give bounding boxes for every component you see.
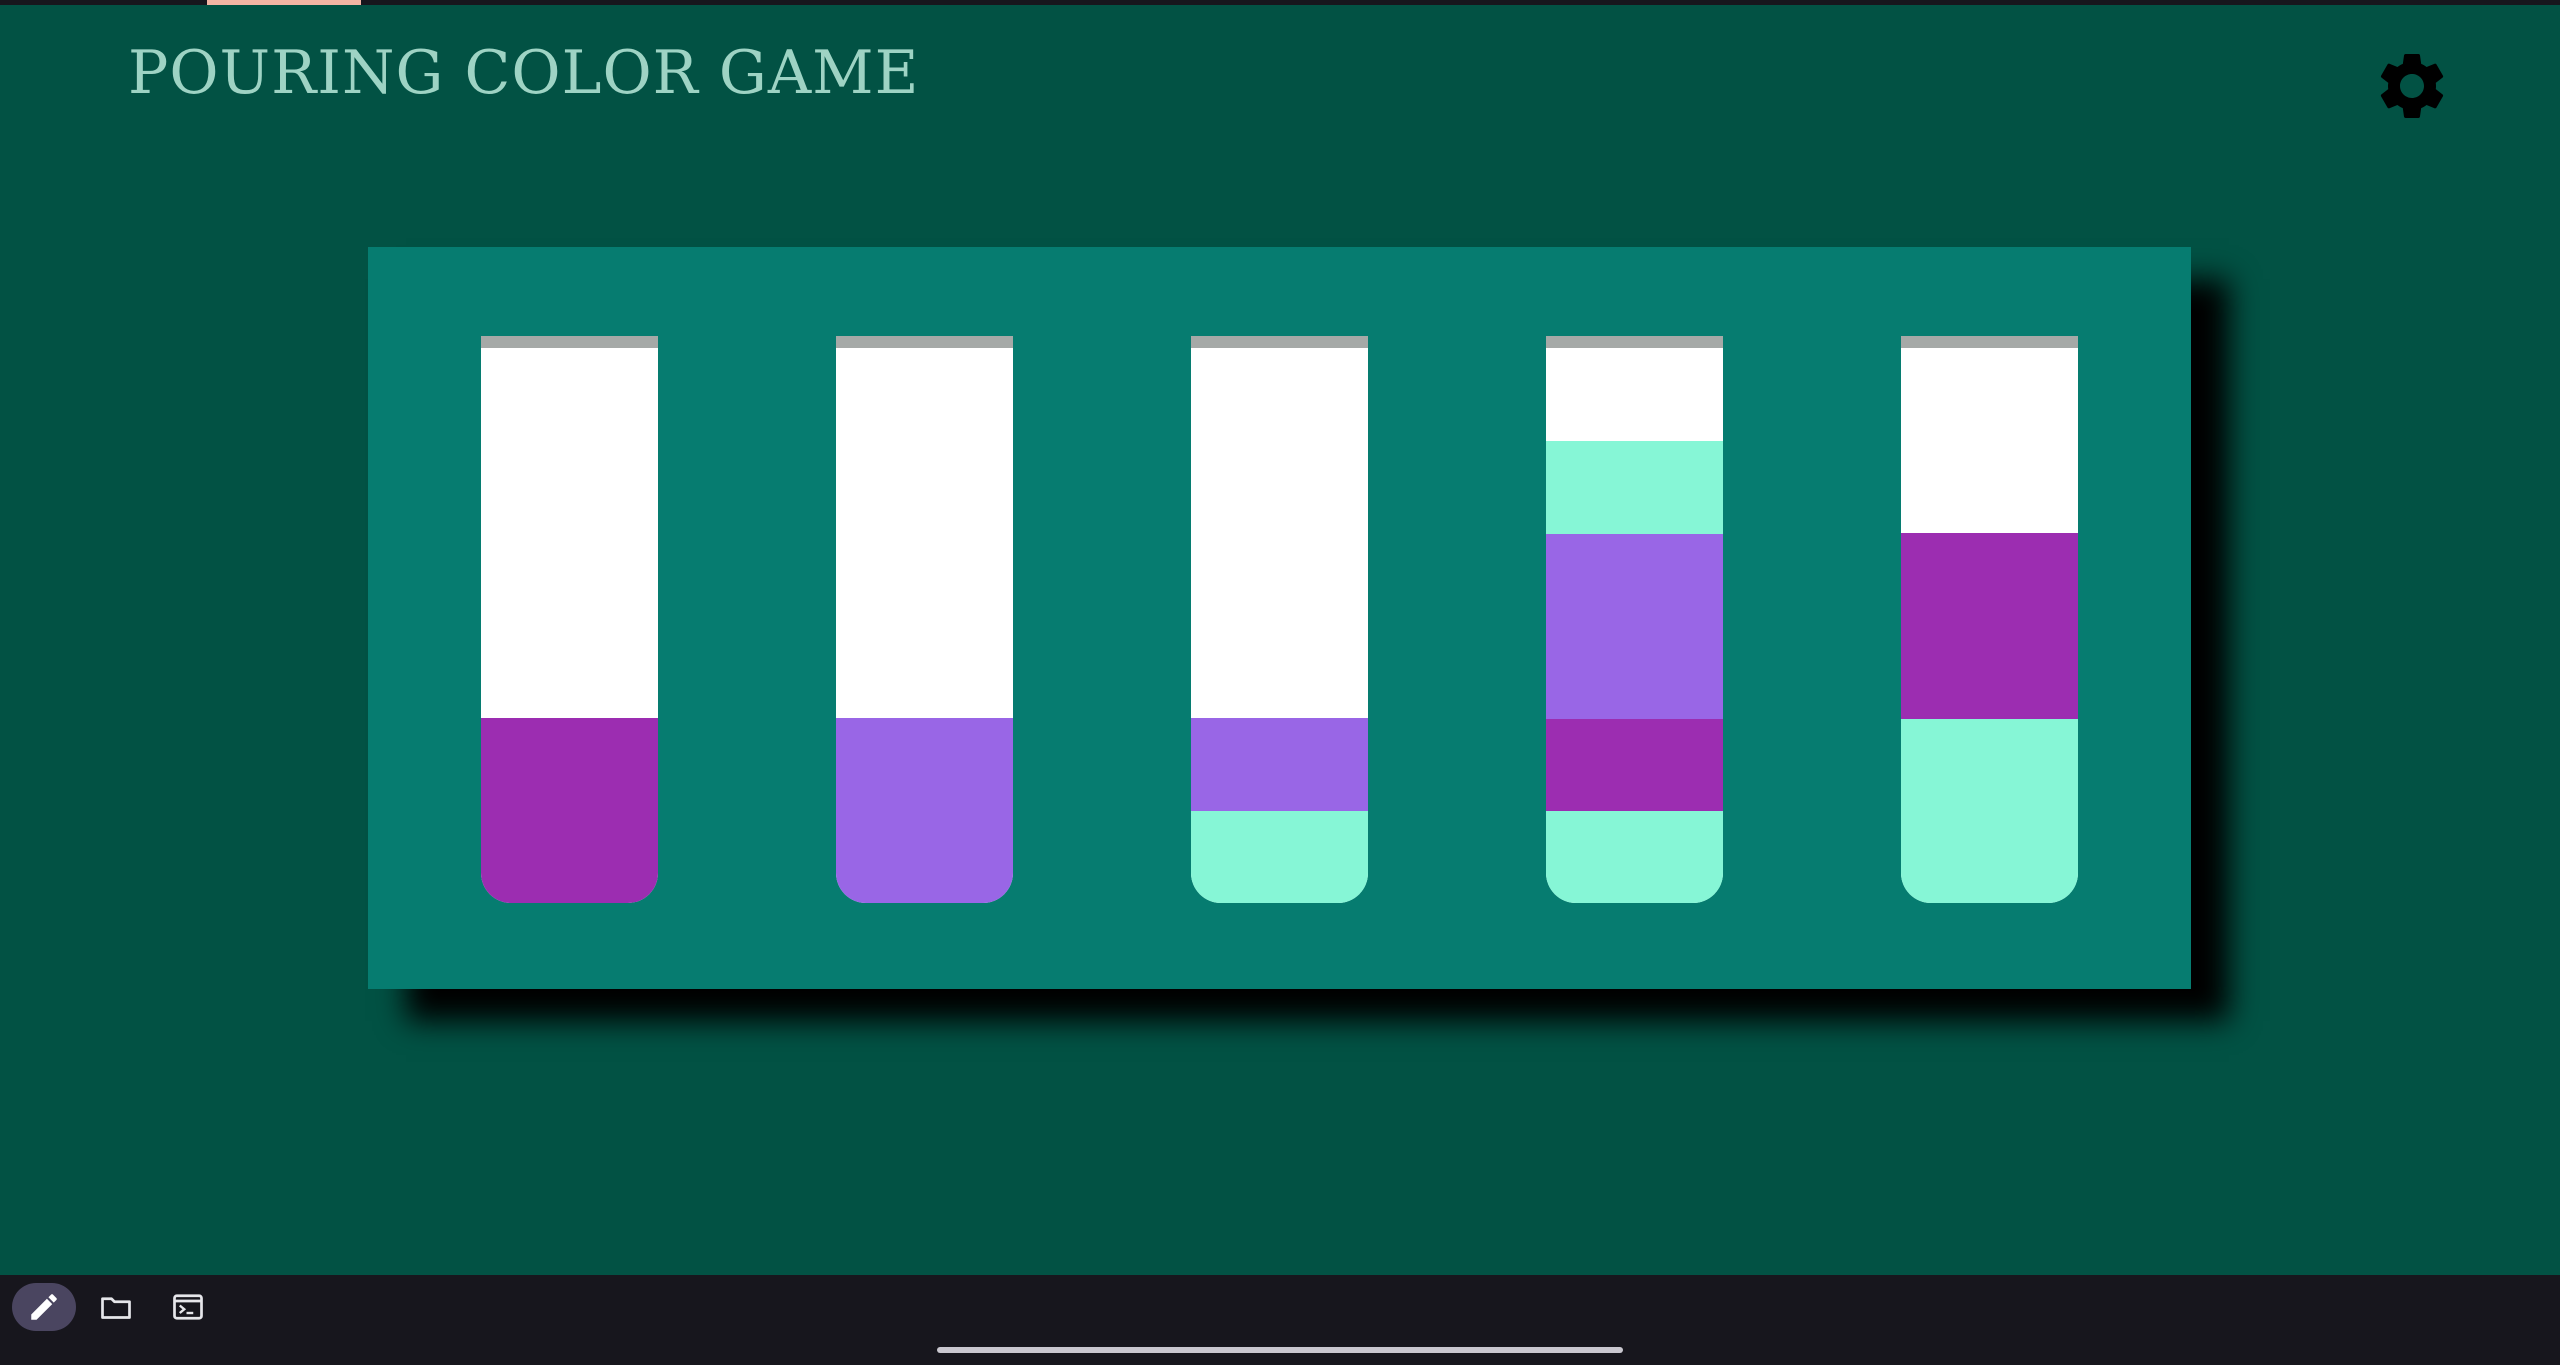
color-layer — [1901, 718, 2078, 811]
color-layer — [481, 718, 658, 811]
tube-body — [481, 348, 658, 903]
color-layer — [836, 811, 1013, 903]
tube-rim — [1546, 336, 1723, 348]
folder-icon — [101, 1297, 131, 1319]
active-tab-indicator — [207, 0, 361, 5]
game-board — [368, 247, 2191, 989]
color-layer — [1901, 811, 2078, 903]
tube-body — [836, 348, 1013, 903]
gear-icon — [2380, 53, 2444, 118]
tube-2[interactable] — [836, 336, 1013, 903]
tube-rim — [481, 336, 658, 348]
color-layer — [1546, 441, 1723, 534]
color-layer — [1546, 533, 1723, 626]
tube-rim — [836, 336, 1013, 348]
tube-body — [1191, 348, 1368, 903]
tube-3[interactable] — [1191, 336, 1368, 903]
tube-1[interactable] — [481, 336, 658, 903]
tube-body — [1546, 348, 1723, 903]
color-layer — [1191, 811, 1368, 903]
files-button[interactable] — [84, 1283, 148, 1331]
tube-body — [1901, 348, 2078, 903]
tube-4[interactable] — [1546, 336, 1723, 903]
color-layer — [1546, 718, 1723, 811]
color-layer — [1901, 533, 2078, 626]
tube-5[interactable] — [1901, 336, 2078, 903]
home-indicator — [937, 1347, 1623, 1353]
settings-button[interactable] — [2372, 46, 2452, 126]
top-status-strip — [0, 0, 2560, 5]
color-layer — [481, 811, 658, 903]
pencil-icon — [31, 1294, 57, 1320]
color-layer — [1546, 626, 1723, 719]
tube-rim — [1191, 336, 1368, 348]
terminal-icon — [173, 1294, 203, 1320]
color-layer — [1191, 718, 1368, 811]
page-title: POURING COLOR GAME — [128, 38, 920, 108]
color-layer — [1546, 811, 1723, 903]
edit-button[interactable] — [12, 1283, 76, 1331]
color-layer — [836, 718, 1013, 811]
tube-rim — [1901, 336, 2078, 348]
color-layer — [1901, 626, 2078, 719]
terminal-button[interactable] — [156, 1283, 220, 1331]
